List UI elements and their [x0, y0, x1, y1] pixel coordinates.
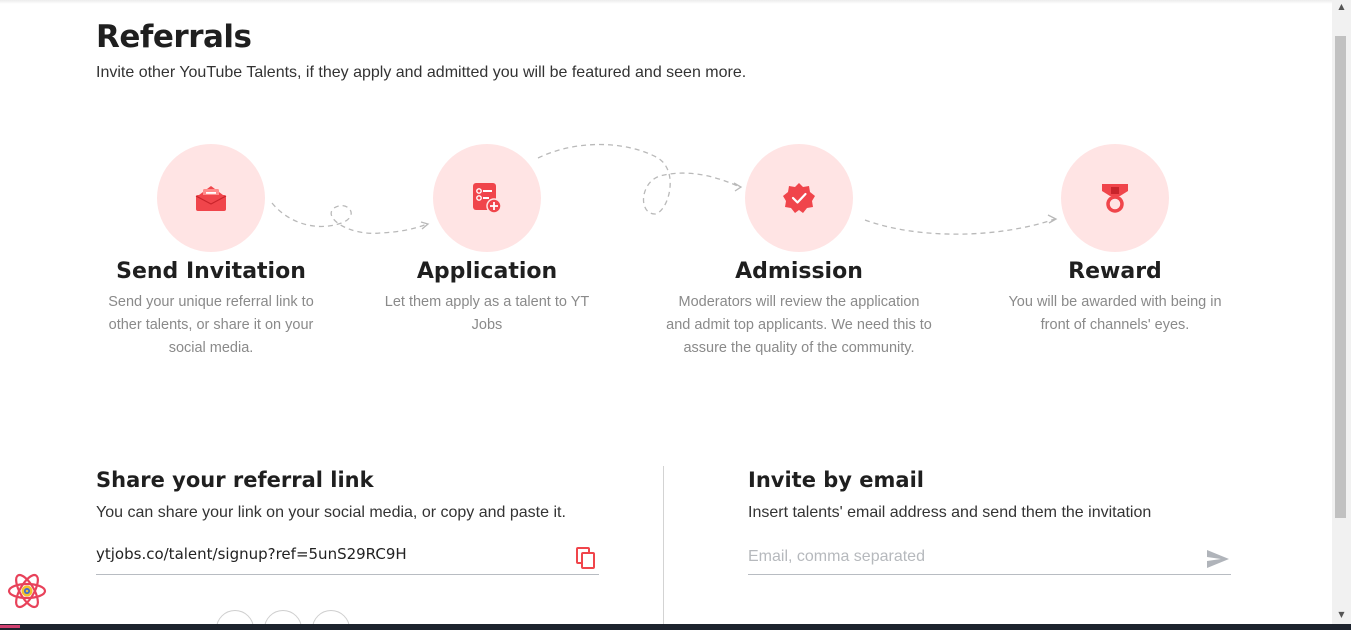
step-reward: Reward You will be awarded with being in… [965, 144, 1265, 337]
invite-section-description: Insert talents' email address and send t… [748, 504, 1152, 521]
share-section-title: Share your referral link [96, 468, 374, 492]
step-description-line: Let them apply as a talent to YT [384, 294, 590, 310]
scroll-down-arrow-icon[interactable]: ▼ [1334, 610, 1349, 619]
envelope-icon [195, 186, 227, 211]
step-description-line: You will be awarded with being in [1008, 294, 1222, 310]
share-section-description: You can share your link on your social m… [96, 504, 566, 521]
referral-link-field[interactable]: ytjobs.co/talent/signup?ref=5unS29RC9H [96, 543, 599, 575]
step-description: Send your unique referral link to other … [61, 291, 361, 360]
section-divider [663, 466, 664, 626]
step-description: You will be awarded with being in front … [965, 291, 1265, 337]
step-title: Reward [1068, 259, 1162, 284]
medal-icon [1102, 184, 1128, 213]
invite-section-title: Invite by email [748, 468, 924, 492]
referral-link-value: ytjobs.co/talent/signup?ref=5unS29RC9H [96, 545, 407, 563]
step-description-line: and admit top applicants. We need this t… [666, 317, 932, 333]
step-description-line: Jobs [471, 317, 503, 333]
send-invitation-button[interactable] [1204, 546, 1232, 572]
taskbar [0, 624, 1351, 630]
step-title: Send Invitation [116, 259, 306, 284]
step-icon-circle [745, 144, 853, 252]
invite-email-field [748, 543, 1231, 575]
step-description-line: other talents, or share it on your [108, 317, 314, 333]
step-description-line: front of channels' eyes. [1040, 317, 1190, 333]
email-input[interactable] [748, 543, 1188, 571]
step-admission: Admission Moderators will review the app… [649, 144, 949, 360]
step-description-line: Moderators will review the application [678, 294, 920, 310]
step-title: Admission [735, 259, 863, 284]
copy-icon [576, 547, 595, 569]
verified-badge-icon [783, 183, 815, 213]
copy-link-button[interactable] [574, 545, 598, 571]
send-icon [1207, 550, 1229, 568]
react-logo-icon [7, 573, 47, 609]
step-description-line: assure the quality of the community. [683, 340, 915, 356]
step-send-invitation: Send Invitation Send your unique referra… [61, 144, 361, 360]
taskbar-accent [0, 625, 20, 628]
react-devtools-button[interactable] [6, 571, 48, 611]
scrollbar-thumb[interactable] [1335, 36, 1346, 518]
step-icon-circle [157, 144, 265, 252]
step-description: Moderators will review the application a… [649, 291, 949, 360]
step-icon-circle [1061, 144, 1169, 252]
application-form-icon [473, 183, 502, 214]
step-description-line: social media. [168, 340, 254, 356]
step-title: Application [416, 259, 558, 284]
scroll-up-arrow-icon[interactable]: ▲ [1334, 2, 1349, 11]
step-description-line: Send your unique referral link to [108, 294, 314, 310]
step-description: Let them apply as a talent to YT Jobs [337, 291, 637, 337]
step-icon-circle [433, 144, 541, 252]
step-application: Application Let them apply as a talent t… [337, 144, 637, 337]
